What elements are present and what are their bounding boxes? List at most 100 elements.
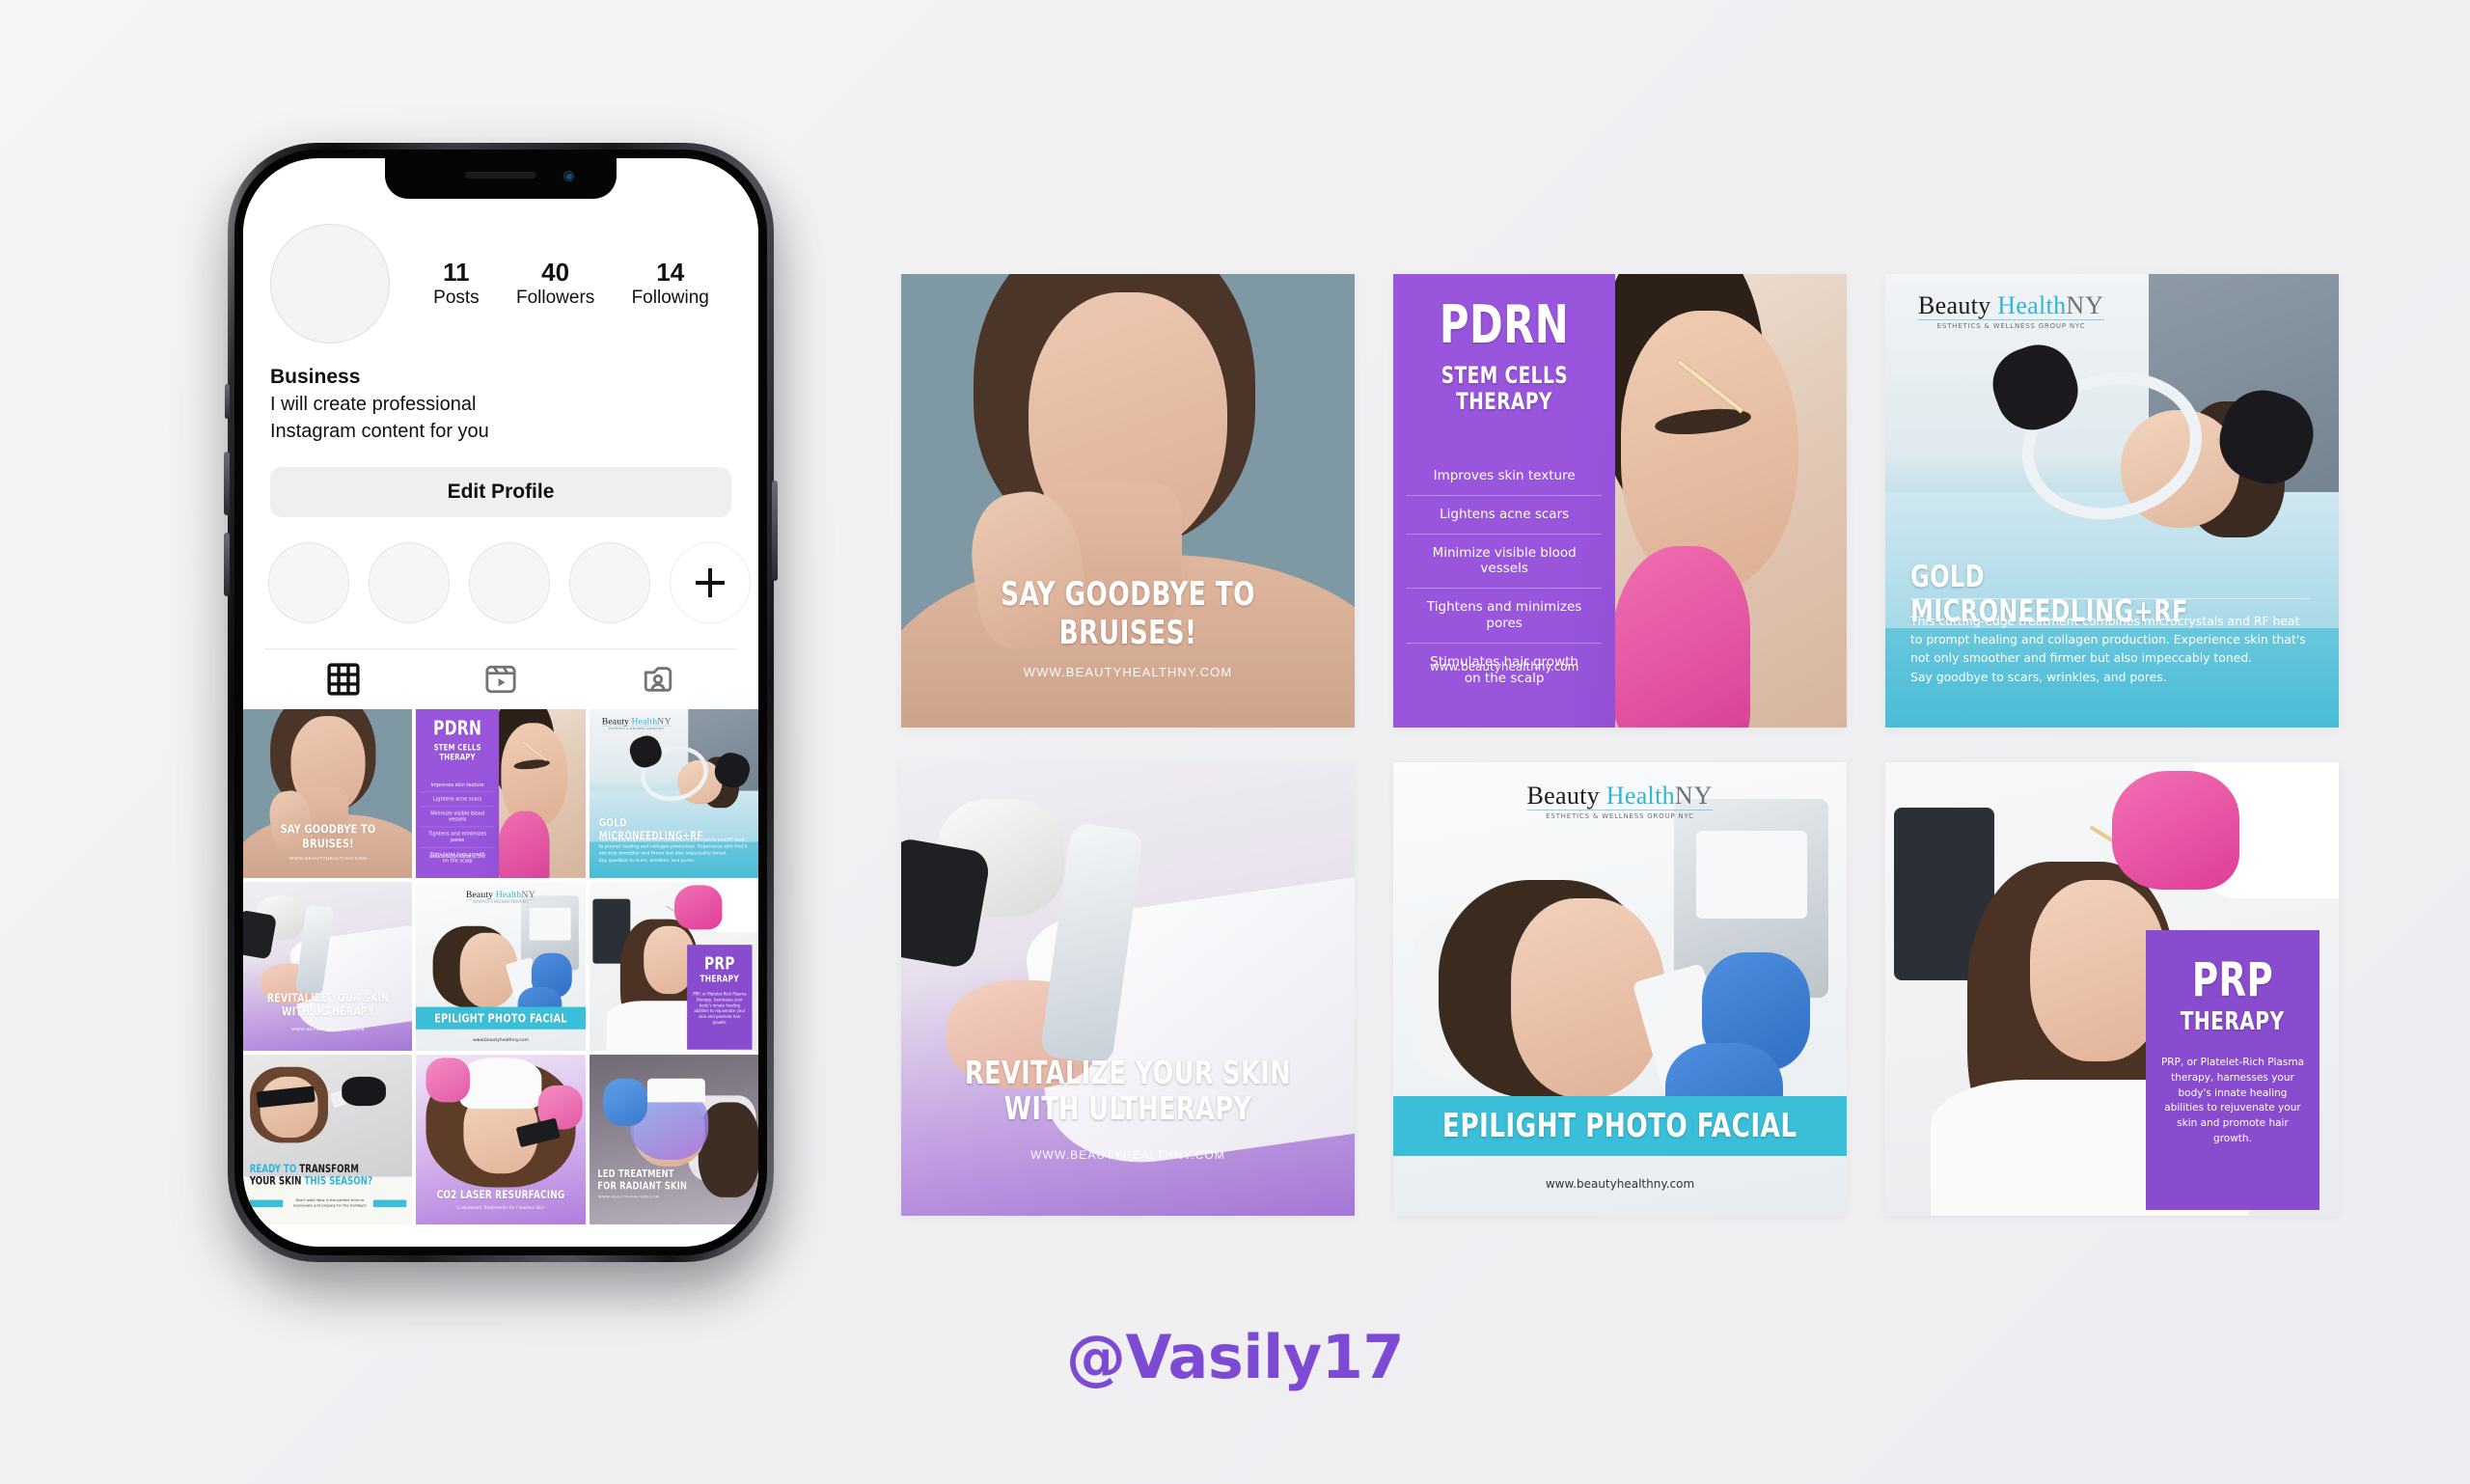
thumb-pdrn-title: PDRN bbox=[433, 716, 482, 740]
brand-logo: Beauty HealthNY ESTHETICS & WELLNESS GRO… bbox=[466, 889, 536, 904]
title-line-2: WITH ULTHERAPY bbox=[1003, 1089, 1252, 1128]
thumb-url: WWW.BEAUTYHEALTHNY.COM bbox=[288, 855, 368, 861]
brand-logo: Beauty HealthNY ESTHETICS & WELLNESS GRO… bbox=[1526, 782, 1714, 820]
logo-word-3: NY bbox=[1674, 782, 1714, 810]
showcase-card-pdrn[interactable]: PDRN STEM CELLS THERAPY Improves skin te… bbox=[1393, 274, 1847, 728]
grid-post-pdrn[interactable]: PDRN STEM CELLS THERAPY Improves skin te… bbox=[416, 708, 586, 878]
pdrn-info-panel: PDRN STEM CELLS THERAPY Improves skin te… bbox=[1393, 274, 1615, 728]
story-highlight-1[interactable] bbox=[268, 541, 349, 623]
page-background: 11 Posts 40 Followers 14 Following Busin… bbox=[0, 0, 2470, 1484]
thumb-url: WWW.BEAUTYHEALTHNY.COM bbox=[597, 1195, 660, 1200]
title-band: EPILIGHT PHOTO FACIAL bbox=[1393, 1096, 1847, 1156]
grid-post-prp[interactable]: PRP THERAPY PRP, or Platelet-Rich Plasma… bbox=[589, 881, 758, 1052]
grid-post-bruises[interactable]: SAY GOODBYE TO BRUISES! WWW.BEAUTYHEALTH… bbox=[243, 708, 413, 878]
grid-post-epilight[interactable]: Beauty HealthNY ESTHETICS & WELLNESS GRO… bbox=[416, 881, 586, 1052]
story-highlight-2[interactable] bbox=[369, 541, 450, 623]
benefit-item: Tightens and minimizes pores bbox=[421, 826, 495, 846]
benefit-item: Lightens acne scars bbox=[421, 791, 495, 806]
phone-mockup: 11 Posts 40 Followers 14 Following Busin… bbox=[224, 143, 787, 1291]
grid-post-ready-transform[interactable]: READY TO TRANSFORM YOUR SKIN THIS SEASON… bbox=[243, 1055, 413, 1224]
instagram-profile-screen: 11 Posts 40 Followers 14 Following Busin… bbox=[243, 201, 758, 1247]
add-highlight-button[interactable] bbox=[670, 541, 751, 623]
post-url: www.beautyhealthny.com bbox=[1429, 660, 1579, 673]
posts-label: Posts bbox=[433, 287, 480, 308]
post-url: WWW.BEAUTYHEALTHNY.COM bbox=[1030, 1148, 1225, 1162]
power-button[interactable] bbox=[772, 481, 778, 581]
thumb-title: SAY GOODBYE TO BRUISES! bbox=[280, 821, 376, 851]
phone-notch bbox=[385, 158, 617, 199]
avatar[interactable] bbox=[270, 224, 390, 344]
logo-word-2: Health bbox=[1606, 782, 1675, 810]
brand-logo: Beauty HealthNY ESTHETICS & WELLNESS GRO… bbox=[1918, 293, 2104, 330]
post-title: PRP bbox=[2191, 953, 2274, 1007]
grid-tab[interactable] bbox=[264, 649, 422, 709]
benefit-item: Lightens acne scars bbox=[1406, 494, 1603, 534]
mute-switch[interactable] bbox=[225, 384, 230, 419]
showcase-card-prp[interactable]: PRP THERAPY PRP, or Platelet-Rich Plasma… bbox=[1885, 762, 2339, 1216]
front-camera-icon bbox=[563, 171, 574, 181]
title-line-1: REVITALIZE YOUR SKIN bbox=[266, 991, 390, 1005]
post-title: REVITALIZE YOUR SKIN WITH ULTHERAPY bbox=[933, 1055, 1323, 1128]
accent-bar-right bbox=[372, 1199, 407, 1208]
bio-line-2: Instagram content for you bbox=[270, 421, 489, 443]
phone-screen: 11 Posts 40 Followers 14 Following Busin… bbox=[243, 158, 758, 1247]
following-label: Following bbox=[631, 287, 709, 308]
benefit-item: Improves skin texture bbox=[430, 781, 484, 787]
title-line-2: WITH ULTHERAPY bbox=[281, 1003, 375, 1019]
edit-profile-button[interactable]: Edit Profile bbox=[270, 466, 731, 517]
showcase-card-ultherapy[interactable]: REVITALIZE YOUR SKIN WITH ULTHERAPY WWW.B… bbox=[901, 762, 1355, 1216]
logo-word-1: Beauty bbox=[1918, 291, 1991, 319]
logo-tagline: ESTHETICS & WELLNESS GROUP NYC bbox=[1546, 812, 1694, 820]
thumb-title: READY TO TRANSFORM YOUR SKIN THIS SEASON… bbox=[250, 1164, 386, 1188]
post-subtitle-1: STEM CELLS bbox=[1441, 362, 1568, 389]
following-count: 14 bbox=[656, 257, 685, 287]
thumb-pdrn-sub2: THERAPY bbox=[439, 751, 477, 762]
story-highlight-3[interactable] bbox=[469, 541, 550, 623]
designer-handle: @Vasily17 bbox=[1065, 1322, 1405, 1392]
thumb-body: This cutting-edge treatment combines mic… bbox=[598, 836, 747, 863]
phone-bezel: 11 Posts 40 Followers 14 Following Busin… bbox=[234, 150, 767, 1255]
post-url: www.beautyhealthny.com bbox=[1545, 1177, 1695, 1191]
logo-word-2: Health bbox=[1997, 291, 2067, 319]
title-line-2: FOR RADIANT SKIN bbox=[596, 1179, 687, 1193]
logo-rule bbox=[1526, 810, 1714, 811]
post-subtitle-2: THERAPY bbox=[1456, 387, 1552, 415]
grid-post-led-treatment[interactable]: LED TREATMENT FOR RADIANT SKIN WWW.BEAUTY… bbox=[589, 1055, 758, 1224]
post-grid: SAY GOODBYE TO BRUISES! WWW.BEAUTYHEALTH… bbox=[243, 708, 758, 1224]
stat-followers[interactable]: 40 Followers bbox=[515, 258, 595, 310]
tagged-icon bbox=[642, 663, 674, 696]
benefit-item: Tightens and minimizes pores bbox=[1406, 588, 1603, 643]
post-showcase-grid: SAY GOODBYE TO BRUISES! WWW.BEAUTYHEALTH… bbox=[901, 274, 2339, 1216]
head-c: YOUR SKIN bbox=[249, 1174, 302, 1188]
thumb-title: REVITALIZE YOUR SKIN WITH ULTHERAPY bbox=[255, 991, 400, 1019]
profile-header: 11 Posts 40 Followers 14 Following bbox=[264, 201, 737, 344]
grid-post-ultherapy[interactable]: REVITALIZE YOUR SKIN WITH ULTHERAPY WWW.B… bbox=[243, 881, 413, 1052]
stat-posts[interactable]: 11 Posts bbox=[433, 258, 480, 310]
brand-logo: Beauty HealthNY ESTHETICS & WELLNESS GRO… bbox=[601, 715, 672, 730]
grid-post-gold[interactable]: Beauty HealthNY ESTHETICS & WELLNESS GRO… bbox=[589, 708, 758, 878]
reels-tab[interactable] bbox=[422, 649, 579, 709]
stat-following[interactable]: 14 Following bbox=[631, 257, 709, 310]
volume-down-button[interactable] bbox=[224, 533, 230, 596]
earpiece-speaker bbox=[465, 172, 536, 179]
followers-label: Followers bbox=[515, 287, 595, 308]
thumb-url: WWW.BEAUTYHEALTHNY.COM bbox=[291, 1026, 365, 1031]
thumb-title: EPILIGHT PHOTO FACIAL bbox=[434, 1010, 568, 1026]
profile-name: Business bbox=[270, 366, 361, 388]
thumb-pdrn-url: www.beautyhealthny.com bbox=[429, 853, 486, 859]
thumb-title: LED TREATMENT FOR RADIANT SKIN bbox=[597, 1168, 687, 1192]
tagged-tab[interactable] bbox=[580, 649, 737, 709]
thumb-title: CO2 LASER RESURFACING bbox=[436, 1188, 565, 1202]
story-highlight-4[interactable] bbox=[569, 541, 650, 623]
reels-icon bbox=[484, 663, 517, 696]
volume-up-button[interactable] bbox=[224, 452, 230, 515]
grid-post-co2-laser[interactable]: CO2 LASER RESURFACING Customized Treatme… bbox=[416, 1055, 586, 1224]
post-artwork bbox=[901, 274, 1355, 728]
thumb-url: www.beautyhealthny.com bbox=[473, 1036, 530, 1043]
showcase-card-gold-microneedling[interactable]: Beauty HealthNY ESTHETICS & WELLNESS GRO… bbox=[1885, 274, 2339, 728]
showcase-card-epilight[interactable]: Beauty HealthNY ESTHETICS & WELLNESS GRO… bbox=[1393, 762, 1847, 1216]
post-subtitle: THERAPY bbox=[2181, 1007, 2285, 1036]
thumb-subtitle: THERAPY bbox=[700, 974, 739, 985]
showcase-card-bruises[interactable]: SAY GOODBYE TO BRUISES! WWW.BEAUTYHEALTH… bbox=[901, 274, 1355, 728]
post-body: PRP, or Platelet-Rich Plasma therapy, ha… bbox=[2160, 1057, 2305, 1144]
